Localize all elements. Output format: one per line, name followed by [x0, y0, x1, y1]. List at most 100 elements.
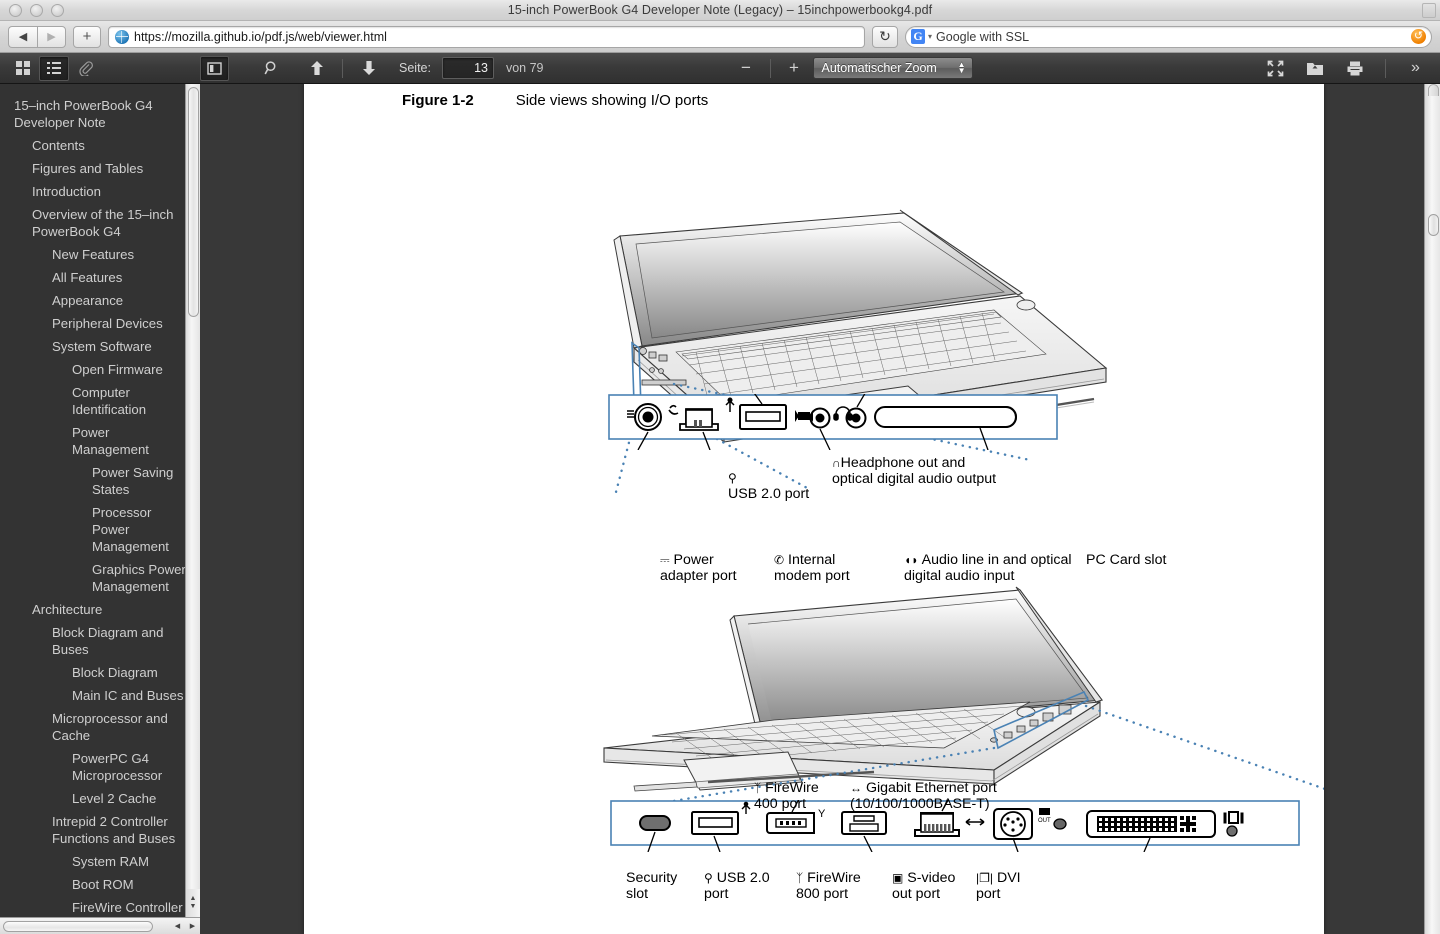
- figure-number: Figure 1-2: [402, 92, 474, 109]
- outline-item[interactable]: Microprocessor and Cache: [0, 707, 200, 747]
- outline-item[interactable]: Contents: [0, 134, 200, 157]
- label-security-slot: Security slot: [626, 870, 678, 902]
- firewire-icon: ᛉ: [754, 781, 762, 795]
- forward-button[interactable]: ▶: [37, 25, 66, 48]
- ethernet-icon: ↔: [850, 781, 862, 795]
- label-usb-20-port-bottom: ⚲ USB 2.0 port: [704, 870, 770, 902]
- reader-mode-icon[interactable]: ↺: [1411, 29, 1426, 44]
- pdf-page: Figure 1-2 Side views showing I/O ports: [304, 84, 1324, 934]
- usb-icon: ⚲: [728, 471, 737, 485]
- outline-item[interactable]: Power Management: [0, 421, 200, 461]
- zoom-out-button[interactable]: −: [732, 56, 761, 81]
- outline-item[interactable]: Block Diagram and Buses: [0, 621, 200, 661]
- outline-view-button[interactable]: [39, 55, 69, 81]
- titlebar: 15-inch PowerBook G4 Developer Note (Leg…: [0, 0, 1440, 21]
- print-button[interactable]: [1340, 56, 1370, 81]
- outline-item[interactable]: Open Firmware: [0, 358, 200, 381]
- address-bar[interactable]: https://mozilla.github.io/pdf.js/web/vie…: [108, 25, 865, 48]
- chevron-down-icon[interactable]: ▾: [928, 32, 932, 41]
- toolbar-toggle-button[interactable]: [1422, 3, 1436, 18]
- outline-item[interactable]: FireWire Controller: [0, 896, 200, 919]
- sidebar-toggle-button[interactable]: [200, 55, 229, 81]
- outline-item[interactable]: Computer Identification: [0, 381, 200, 421]
- outline-item[interactable]: Intrepid 2 Controller Functions and Buse…: [0, 810, 200, 850]
- outline-item[interactable]: Overview of the 15–inch PowerBook G4: [0, 203, 200, 243]
- previous-page-button[interactable]: [302, 56, 331, 81]
- outline-item[interactable]: Boot ROM: [0, 873, 200, 896]
- outline-item[interactable]: PowerPC G4 Microprocessor: [0, 747, 200, 787]
- next-page-button[interactable]: [354, 56, 383, 81]
- thumbnails-view-button[interactable]: [8, 56, 37, 81]
- outline-item[interactable]: Graphics Power Management: [0, 558, 200, 598]
- figure-left-side-illustration: [613, 209, 1108, 494]
- window-title: 15-inch PowerBook G4 Developer Note (Leg…: [507, 3, 933, 17]
- sidebar-scroll-arrows[interactable]: ▲ ▼: [185, 889, 200, 917]
- tools-divider: [1385, 58, 1386, 78]
- outline-item[interactable]: Block Diagram: [0, 661, 200, 684]
- attachments-view-button[interactable]: [71, 56, 100, 81]
- outline-item[interactable]: New Features: [0, 243, 200, 266]
- label-usb-20-port-top: ⚲ USB 2.0 port: [728, 471, 810, 502]
- page-label: Seite:: [399, 61, 431, 75]
- viewer-vertical-scrollbar[interactable]: [1424, 84, 1440, 934]
- sidebar-vertical-scrollbar[interactable]: [185, 84, 200, 890]
- scroll-left-icon[interactable]: ◀: [170, 922, 185, 930]
- pdf-toolbar: Seite: 13 von 79 − + Automatischer Zoom …: [0, 53, 1440, 84]
- open-file-button[interactable]: [1300, 56, 1330, 81]
- headphone-icon: ∩: [832, 456, 841, 470]
- new-tab-button[interactable]: +: [73, 25, 101, 48]
- outline-item[interactable]: Figures and Tables: [0, 157, 200, 180]
- browser-window: 15-inch PowerBook G4 Developer Note (Leg…: [0, 0, 1440, 934]
- outline-item[interactable]: Processor Power Management: [0, 501, 200, 558]
- sidebar-hscroll-thumb[interactable]: [3, 920, 153, 932]
- outline-item[interactable]: System Software: [0, 335, 200, 358]
- nav-history-buttons: ◀ ▶: [8, 25, 66, 48]
- pdf-viewer[interactable]: Figure 1-2 Side views showing I/O ports: [200, 84, 1440, 934]
- page-number-input[interactable]: 13: [441, 57, 494, 79]
- google-icon: G: [911, 29, 925, 44]
- label-headphone-out: ∩Headphone out and optical digital audio…: [832, 455, 997, 487]
- scroll-right-icon[interactable]: ▶: [185, 922, 200, 930]
- sidebar-horizontal-scrollbar[interactable]: ◀ ▶: [0, 917, 200, 934]
- outline-item[interactable]: Level 2 Cache: [0, 787, 200, 810]
- search-field[interactable]: G ▾ Google with SSL ↺: [905, 25, 1432, 48]
- outline-item[interactable]: Main IC and Buses: [0, 684, 200, 707]
- reload-button[interactable]: ↻: [872, 25, 898, 48]
- zoom-select-value: Automatischer Zoom: [821, 61, 937, 75]
- outline-item[interactable]: Introduction: [0, 180, 200, 203]
- toolbar-divider: [342, 58, 343, 78]
- figure-caption: Figure 1-2 Side views showing I/O ports: [402, 92, 708, 109]
- dvi-icon: |❐|: [976, 871, 993, 885]
- svg-text:Y: Y: [818, 808, 826, 820]
- usb-icon: ⚲: [704, 871, 713, 885]
- outline-item[interactable]: Power Saving States: [0, 461, 200, 501]
- outline-item[interactable]: Appearance: [0, 289, 200, 312]
- document-outline[interactable]: 15–inch PowerBook G4 Developer Note Conte…: [0, 84, 200, 919]
- zoom-select[interactable]: Automatischer Zoom ▲ ▼: [812, 57, 973, 79]
- secondary-toolbar-toggle-button[interactable]: »: [1401, 56, 1430, 81]
- label-dvi-port: |❐| DVI port: [976, 870, 1021, 902]
- label-firewire-400-port: ᛉ FireWire 400 port: [754, 780, 819, 812]
- label-svideo-out-port: ▣ S-video out port: [892, 870, 956, 902]
- zoom-in-button[interactable]: +: [780, 56, 809, 81]
- outline-item[interactable]: Peripheral Devices: [0, 312, 200, 335]
- browser-navbar: ◀ ▶ + https://mozilla.github.io/pdf.js/w…: [0, 21, 1440, 53]
- viewer-scroll-thumb[interactable]: [1428, 214, 1439, 236]
- firewire-icon: ᛉ: [796, 871, 804, 885]
- outline-item[interactable]: Architecture: [0, 598, 200, 621]
- outline-item[interactable]: All Features: [0, 266, 200, 289]
- label-firewire-800-port: ᛉ FireWire 800 port: [796, 870, 861, 902]
- outline-item[interactable]: System RAM: [0, 850, 200, 873]
- svideo-icon: ▣: [892, 871, 904, 885]
- page-total-label: von 79: [505, 61, 544, 75]
- sidebar-scroll-thumb[interactable]: [188, 87, 199, 317]
- find-button[interactable]: [257, 56, 286, 81]
- presentation-mode-button[interactable]: [1261, 56, 1290, 81]
- back-button[interactable]: ◀: [8, 25, 37, 48]
- zoom-divider: [769, 58, 771, 78]
- scroll-down-icon[interactable]: ▼: [190, 903, 197, 911]
- figure-title: Side views showing I/O ports: [515, 92, 709, 109]
- outline-item[interactable]: 15–inch PowerBook G4 Developer Note: [0, 94, 200, 134]
- scroll-up-icon[interactable]: ▲: [190, 895, 197, 903]
- search-input[interactable]: Google with SSL: [936, 30, 1407, 44]
